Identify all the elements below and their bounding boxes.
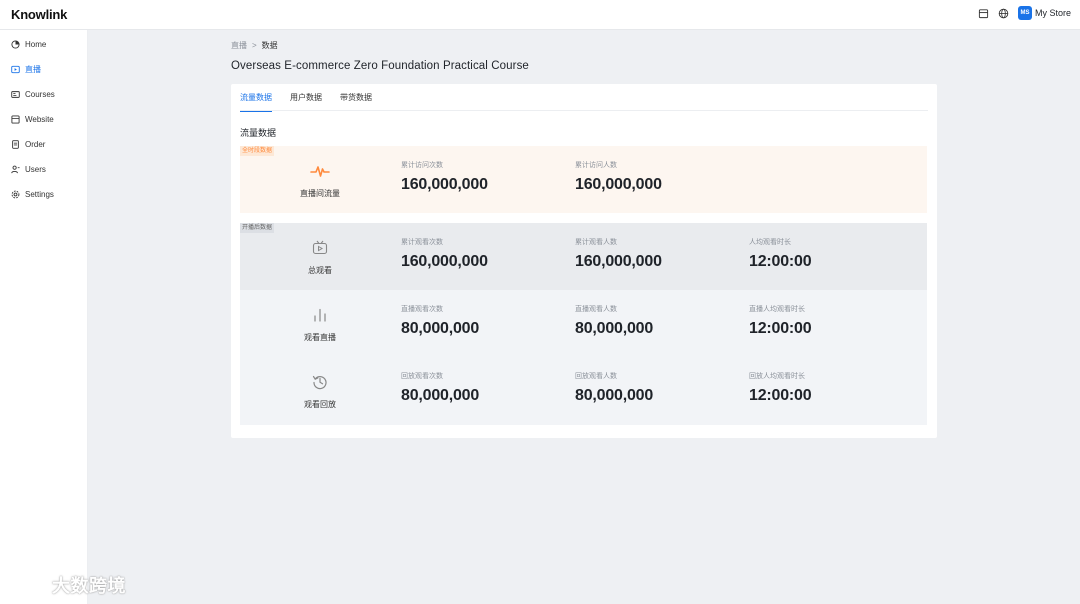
metric-value: 160,000,000 — [575, 253, 662, 270]
metric-label: 直播观看次数 — [401, 306, 443, 313]
replay-watch-row: 观看回放 回放观看次数 80,000,000 回放观看人数 80,000,000… — [240, 357, 927, 424]
tab-user-data[interactable]: 用户数据 — [290, 84, 322, 111]
header-actions: MS My Store — [978, 6, 1071, 20]
history-icon — [310, 372, 330, 392]
watermark-logo-icon — [8, 570, 48, 599]
sidebar-item-users[interactable]: Users — [0, 157, 87, 182]
row-label: 总观看 — [308, 266, 332, 275]
store-front-icon[interactable] — [978, 8, 989, 19]
total-watch-panel: 开播后数据 总观看 累计观看次数 160,000,000 累计观看人数 160,… — [240, 223, 927, 290]
metric-live-views: 直播观看次数 80,000,000 — [401, 304, 479, 338]
metric-replay-viewers: 回放观看人数 80,000,000 — [575, 371, 653, 405]
total-watch-row: 总观看 累计观看次数 160,000,000 累计观看人数 160,000,00… — [240, 223, 927, 290]
sidebar-item-label: 直播 — [25, 65, 41, 74]
live-replay-panel: 观看直播 直播观看次数 80,000,000 直播观看人数 80,000,000… — [240, 290, 927, 425]
metric-live-avg-time: 直播人均观看时长 12:00:00 — [749, 304, 812, 338]
tv-icon — [310, 238, 330, 258]
sidebar-item-website[interactable]: Website — [0, 107, 87, 132]
sidebar-item-home[interactable]: Home — [0, 32, 87, 57]
order-icon — [11, 140, 20, 149]
breadcrumb-separator: > — [252, 41, 257, 50]
row-label: 观看直播 — [304, 333, 336, 342]
live-watch-row: 观看直播 直播观看次数 80,000,000 直播观看人数 80,000,000… — [240, 290, 927, 357]
metric-label: 人均观看时长 — [749, 239, 791, 246]
metric-total-visitors: 累计访问人数 160,000,000 — [575, 160, 662, 194]
metric-label: 累计观看次数 — [401, 239, 443, 246]
metric-total-viewers: 累计观看人数 160,000,000 — [575, 237, 662, 271]
watermark-text: 大数跨境 — [52, 575, 126, 596]
sidebar: Home 直播 Courses Website Order Users Sett… — [0, 30, 88, 604]
row-label: 直播间流量 — [300, 189, 340, 198]
tab-traffic-data[interactable]: 流量数据 — [240, 84, 272, 112]
courses-icon — [11, 90, 20, 99]
metric-avg-watch-time: 人均观看时长 12:00:00 — [749, 237, 812, 271]
metric-value: 80,000,000 — [575, 387, 654, 404]
metric-total-visits: 累计访问次数 160,000,000 — [401, 160, 488, 194]
metric-label: 累计观看人数 — [575, 239, 617, 246]
bar-chart-icon — [310, 305, 330, 325]
metric-value: 80,000,000 — [575, 320, 654, 337]
sidebar-item-live[interactable]: 直播 — [0, 57, 87, 82]
users-icon — [11, 165, 20, 174]
metric-label: 直播观看人数 — [575, 306, 617, 313]
metric-label: 累计访问次数 — [401, 162, 443, 169]
store-name: My Store — [1034, 8, 1071, 18]
breadcrumb-current: 数据 — [261, 41, 278, 50]
metric-value: 160,000,000 — [401, 253, 488, 270]
sidebar-item-label: Settings — [25, 190, 54, 199]
tab-sales-data[interactable]: 带货数据 — [340, 84, 372, 111]
sidebar-item-courses[interactable]: Courses — [0, 82, 87, 107]
home-icon — [11, 40, 20, 49]
metric-value: 80,000,000 — [401, 387, 480, 404]
traffic-panel: 全时段数据 直播间流量 累计访问次数 160,000,000 累计访问人数 16… — [240, 146, 927, 213]
sidebar-item-order[interactable]: Order — [0, 132, 87, 157]
row-label: 观看回放 — [304, 400, 336, 409]
metric-label: 回放人均观看时长 — [749, 373, 805, 380]
watermark: 大数跨境 — [8, 570, 126, 599]
metric-label: 回放观看人数 — [575, 373, 617, 380]
sidebar-item-label: Courses — [25, 90, 55, 99]
metric-live-viewers: 直播观看人数 80,000,000 — [575, 304, 653, 338]
metric-label: 直播人均观看时长 — [749, 306, 805, 313]
pulse-icon — [310, 161, 330, 181]
traffic-row: 直播间流量 累计访问次数 160,000,000 累计访问人数 160,000,… — [240, 146, 927, 213]
app-logo[interactable]: Knowlink — [11, 7, 67, 22]
gear-icon — [11, 190, 20, 199]
metric-label: 累计访问人数 — [575, 162, 617, 169]
metric-value: 160,000,000 — [575, 176, 662, 193]
tab-bar: 流量数据 用户数据 带货数据 — [240, 84, 928, 112]
page-title: Overseas E-commerce Zero Foundation Prac… — [231, 60, 529, 72]
metric-total-views: 累计观看次数 160,000,000 — [401, 237, 488, 271]
metric-replay-avg-time: 回放人均观看时长 12:00:00 — [749, 371, 812, 405]
breadcrumb: 直播 > 数据 — [231, 40, 278, 51]
store-switcher[interactable]: MS My Store — [1017, 6, 1071, 20]
sidebar-item-settings[interactable]: Settings — [0, 182, 87, 207]
sidebar-item-label: Home — [25, 40, 47, 49]
metric-value: 12:00:00 — [749, 320, 812, 337]
sidebar-item-label: Website — [25, 115, 54, 124]
sidebar-item-label: Users — [25, 165, 46, 174]
metric-value: 160,000,000 — [401, 176, 488, 193]
metric-label: 回放观看次数 — [401, 373, 443, 380]
globe-icon[interactable] — [998, 8, 1009, 19]
store-avatar: MS — [1017, 6, 1032, 20]
data-card: 流量数据 用户数据 带货数据 流量数据 全时段数据 直播间流量 累计访问次数 1… — [231, 84, 937, 438]
sidebar-item-label: Order — [25, 140, 46, 149]
top-bar: Knowlink MS My Store — [0, 0, 1080, 30]
live-icon — [11, 65, 20, 74]
metric-value: 80,000,000 — [401, 320, 480, 337]
breadcrumb-parent[interactable]: 直播 — [231, 40, 247, 51]
metric-replay-views: 回放观看次数 80,000,000 — [401, 371, 479, 405]
section-title: 流量数据 — [240, 128, 277, 138]
metric-value: 12:00:00 — [749, 387, 812, 404]
metric-value: 12:00:00 — [749, 253, 812, 270]
website-icon — [11, 115, 20, 124]
